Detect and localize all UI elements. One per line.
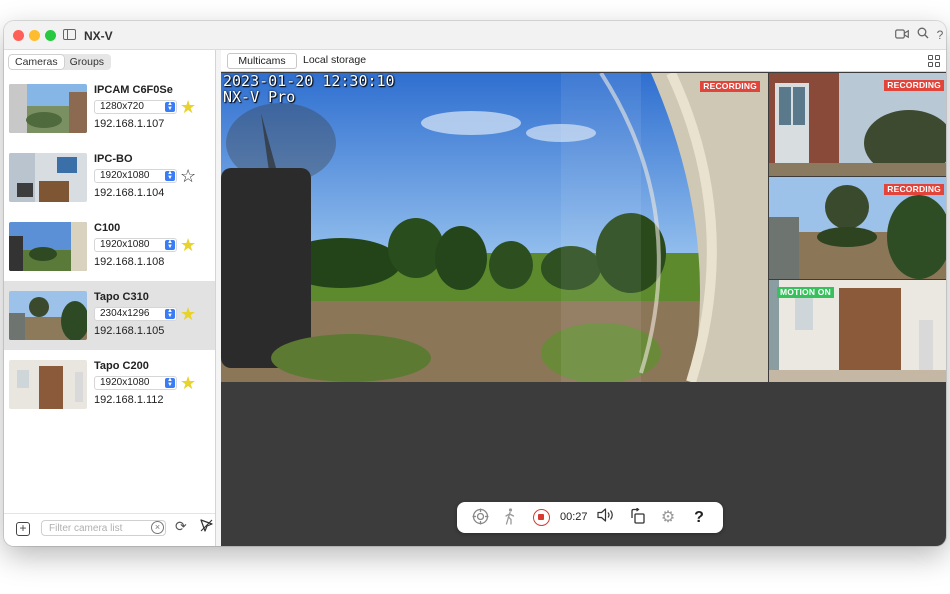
camera-name: C100 — [94, 222, 121, 234]
favorite-star-icon[interactable]: ★ — [180, 98, 196, 116]
rotate-icon[interactable] — [629, 507, 647, 527]
favorite-star-icon[interactable]: ★ — [180, 236, 196, 254]
motion-badge: MOTION ON — [777, 287, 834, 298]
minimize-window-button[interactable] — [29, 30, 40, 41]
camera-list-item[interactable]: IPC-BO 1920x1080 ▲ ▼ 192.168.1.104 ☆ — [4, 143, 215, 212]
camera-control-bar: 00:27 ⚙ ? — [457, 502, 723, 533]
camera-ip: 192.168.1.108 — [94, 256, 165, 268]
camera-thumbnail — [9, 153, 87, 202]
camera-ip: 192.168.1.105 — [94, 325, 165, 337]
speaker-volume-icon[interactable] — [596, 508, 618, 527]
recording-elapsed-time: 00:27 — [560, 511, 588, 523]
app-window: NX-V ? Cameras Groups IPCAM C6F0Se 1280x… — [4, 21, 946, 546]
camera-name: Tapo C200 — [94, 360, 149, 372]
video-camera-icon[interactable] — [894, 26, 910, 44]
camera-list-item[interactable]: IPCAM C6F0Se 1280x720 ▲ ▼ 192.168.1.107 ★ — [4, 74, 215, 143]
segment-groups[interactable]: Groups — [64, 55, 110, 69]
sidebar-footer: + × ⟳ — [4, 513, 215, 546]
recording-badge: RECORDING — [884, 184, 944, 195]
segment-cameras[interactable]: Cameras — [9, 55, 64, 69]
camera-thumbnail — [9, 222, 87, 271]
camera-ip: 192.168.1.107 — [94, 118, 165, 130]
main-tab-bar: Multicams Local storage — [221, 50, 946, 72]
favorite-star-outline-icon[interactable]: ☆ — [180, 167, 196, 185]
stop-recording-icon[interactable] — [533, 509, 550, 526]
camera-feed-1[interactable]: RECORDING — [769, 73, 946, 176]
filter-camera-input[interactable] — [41, 520, 166, 536]
clear-filter-icon[interactable]: × — [151, 521, 164, 534]
recording-badge: RECORDING — [700, 81, 760, 92]
main-panel: Multicams Local storage 2023-01-20 12:30… — [221, 50, 946, 546]
sidebar-segmented-control: Cameras Groups — [8, 54, 112, 70]
settings-gear-icon[interactable]: ⚙ — [659, 508, 677, 527]
refresh-icon[interactable]: ⟳ — [175, 518, 187, 535]
sidebar: Cameras Groups IPCAM C6F0Se 1280x720 ▲ ▼… — [4, 50, 216, 546]
tab-local-storage[interactable]: Local storage — [297, 53, 372, 69]
select-arrows-icon: ▲ ▼ — [165, 101, 175, 112]
ptz-crosshair-icon[interactable] — [471, 508, 489, 527]
add-camera-icon[interactable]: + — [16, 522, 30, 536]
main-camera-feed[interactable]: 2023-01-20 12:30:10 NX-V Pro RECORDING — [221, 73, 768, 382]
camera-list: IPCAM C6F0Se 1280x720 ▲ ▼ 192.168.1.107 ★ — [4, 74, 215, 419]
close-window-button[interactable] — [13, 30, 24, 41]
tab-multicams[interactable]: Multicams — [227, 53, 297, 69]
search-icon[interactable] — [915, 26, 931, 44]
resolution-value: 1920x1080 — [100, 239, 150, 250]
window-title: NX-V — [84, 29, 113, 43]
resolution-select[interactable]: 1280x720 ▲ ▼ — [94, 100, 177, 114]
select-arrows-icon: ▲ ▼ — [165, 308, 175, 319]
camera-thumbnail — [9, 291, 87, 340]
osd-label: NX-V Pro — [223, 88, 296, 106]
resolution-value: 1920x1080 — [100, 377, 150, 388]
camera-ip: 192.168.1.112 — [94, 394, 164, 406]
resolution-select[interactable]: 1920x1080 ▲ ▼ — [94, 238, 177, 252]
resolution-select[interactable]: 1920x1080 ▲ ▼ — [94, 376, 177, 390]
resolution-value: 1280x720 — [100, 101, 144, 112]
camera-thumbnail — [9, 84, 87, 133]
camera-thumbnail — [9, 360, 87, 409]
resolution-select[interactable]: 1920x1080 ▲ ▼ — [94, 169, 177, 183]
resolution-value: 2304x1296 — [100, 308, 150, 319]
camera-list-item[interactable]: Tapo C200 1920x1080 ▲ ▼ 192.168.1.112 ★ — [4, 350, 215, 419]
multicam-grid: 2023-01-20 12:30:10 NX-V Pro RECORDING R… — [221, 73, 946, 382]
title-bar: NX-V ? — [4, 21, 946, 50]
camera-ip: 192.168.1.104 — [94, 187, 165, 199]
camera-list-item[interactable]: C100 1920x1080 ▲ ▼ 192.168.1.108 ★ — [4, 212, 215, 281]
osd-overlay: 2023-01-20 12:30:10 NX-V Pro — [223, 73, 395, 105]
camera-name: IPCAM C6F0Se — [94, 84, 173, 96]
camera-feed-3[interactable]: MOTION ON — [769, 280, 946, 382]
recording-badge: RECORDING — [884, 80, 944, 91]
select-arrows-icon: ▲ ▼ — [165, 170, 175, 181]
help-icon[interactable]: ? — [691, 508, 707, 527]
favorite-star-icon[interactable]: ★ — [180, 305, 196, 323]
grid-layout-icon[interactable] — [928, 55, 940, 67]
osd-datetime: 2023-01-20 12:30:10 — [223, 73, 395, 90]
camera-name: Tapo C310 — [94, 291, 149, 303]
camera-feed-2[interactable]: RECORDING — [769, 177, 946, 279]
zoom-window-button[interactable] — [45, 30, 56, 41]
select-arrows-icon: ▲ ▼ — [165, 239, 175, 250]
select-arrows-icon: ▲ ▼ — [165, 377, 175, 388]
help-icon[interactable]: ? — [932, 26, 946, 44]
resolution-select[interactable]: 2304x1296 ▲ ▼ — [94, 307, 177, 321]
camera-name: IPC-BO — [94, 153, 133, 165]
location-arrow-icon[interactable] — [200, 519, 213, 535]
resolution-value: 1920x1080 — [100, 170, 150, 181]
motion-walk-icon[interactable] — [502, 508, 518, 527]
favorite-star-icon[interactable]: ★ — [180, 374, 196, 392]
sidebar-toggle-icon[interactable] — [63, 29, 76, 40]
camera-list-item-selected[interactable]: Tapo C310 2304x1296 ▲ ▼ 192.168.1.105 ★ — [4, 281, 215, 350]
